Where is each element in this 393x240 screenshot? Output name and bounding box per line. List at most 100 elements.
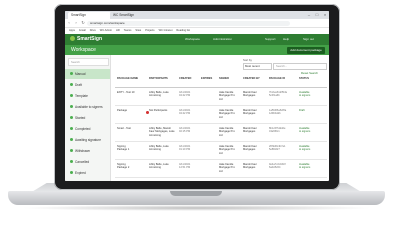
laptop-notch xyxy=(170,191,222,196)
nav-administration[interactable]: Administration xyxy=(213,36,232,43)
bookmark-item[interactable]: WC Intranet xyxy=(159,29,173,32)
cell-participants: Libby Belle, Luke Armstrong xyxy=(149,145,169,152)
status-icon xyxy=(70,138,73,141)
bookmark-item[interactable]: Apps xyxy=(69,29,75,32)
sidebar-item[interactable]: Draft xyxy=(65,80,110,90)
cell-participants: Libby Belle, Manoli Kaur Mortgages, Luke… xyxy=(149,127,175,137)
close-icon[interactable]: × xyxy=(321,11,329,19)
cell-signed: Jake Kandie Mortgage Pvt. Ltd xyxy=(219,109,236,119)
page-header: Workspace Add document package xyxy=(65,45,329,55)
nav-help[interactable]: Help xyxy=(283,36,289,43)
cell-name[interactable]: Signing Package 1 xyxy=(117,145,129,152)
column-header[interactable]: PACKAGE ID xyxy=(269,77,297,80)
table-header: PACKAGE NAME PARTICIPANTS CREATED EXPIRES SI… xyxy=(115,75,327,88)
nav-workspace[interactable]: Workspace xyxy=(185,36,200,43)
sidebar-item[interactable]: Cancelled xyxy=(65,157,110,167)
laptop-screen: SmartSign WC SmartSign – □ × ‹ › ↻ smart… xyxy=(65,11,329,181)
table-row[interactable]: Smart - Test Libby Belle, Manoli Kaur Mor… xyxy=(115,124,327,142)
search-input[interactable]: Search... xyxy=(273,63,327,70)
column-header[interactable]: EXPIRES xyxy=(201,77,217,80)
status-icon xyxy=(70,127,73,130)
reload-icon[interactable]: ↻ xyxy=(80,19,86,27)
bookmark-item[interactable]: HR xyxy=(116,29,120,32)
column-header[interactable]: SIGNED xyxy=(219,77,241,80)
cell-name[interactable]: Smart - Test xyxy=(117,127,131,130)
sidebar-item-label: Manual xyxy=(75,72,86,76)
cell-created: 4/11/2021 04:42 PM xyxy=(179,91,191,98)
table-row[interactable]: Signing Package 2 Libby Belle, Luke Armst… xyxy=(115,160,327,178)
add-package-button[interactable]: Add document package xyxy=(287,46,325,54)
cell-created: 4/11/2021 01:10 PM xyxy=(179,145,191,152)
cell-created-by: Manoli Kaur Mortgages xyxy=(243,163,257,170)
status-icon xyxy=(70,149,73,152)
cell-status: Available to signers xyxy=(299,91,311,98)
sidebar-item[interactable]: Expired xyxy=(65,168,110,178)
cell-created-by: Manoli Kaur Mortgages xyxy=(243,127,257,134)
sidebar-item-label: Available to signers xyxy=(75,105,103,109)
browser-tab[interactable]: SmartSign xyxy=(68,12,111,19)
sidebar-search-input[interactable]: Search xyxy=(68,58,109,66)
status-icon xyxy=(70,171,73,174)
cell-package-id: 9e4a7c2d1b0f 6a3c8e54 xyxy=(269,163,286,170)
sidebar: Search Manual Draft Template Available to s… xyxy=(65,55,111,181)
bookmark-item[interactable]: Drive xyxy=(90,29,96,32)
maximize-icon[interactable]: □ xyxy=(313,11,321,19)
bookmark-item[interactable]: Teams xyxy=(124,29,132,32)
remove-icon[interactable] xyxy=(146,111,149,114)
back-icon[interactable]: ‹ xyxy=(66,19,72,27)
browser-tab[interactable]: WC SmartSign xyxy=(110,12,153,19)
bookmark-item[interactable]: Sites xyxy=(135,29,141,32)
column-header[interactable]: CREATED BY xyxy=(243,77,267,80)
sidebar-item-label: Expired xyxy=(75,171,86,175)
cell-name[interactable]: Signing Package 2 xyxy=(117,163,129,170)
sidebar-item[interactable]: Awaiting signature xyxy=(65,135,110,145)
column-header[interactable]: PACKAGE NAME xyxy=(117,77,147,80)
sidebar-item-label: Draft xyxy=(75,83,82,87)
column-header[interactable]: PARTICIPANTS xyxy=(149,77,177,80)
cell-signed: Jake Kandie Mortgage Pvt. Ltd xyxy=(219,91,236,101)
cell-package-id: 2f09d6c4b7a1 5e8f3d27 xyxy=(269,145,286,152)
sidebar-item-label: Completed xyxy=(75,127,91,131)
sidebar-item[interactable]: Template xyxy=(65,91,110,101)
nav-sign-out[interactable]: Sign out xyxy=(303,36,314,43)
sidebar-item[interactable]: Manual xyxy=(65,69,110,79)
cell-status: Available to signers xyxy=(299,127,311,134)
sidebar-item[interactable]: Completed xyxy=(65,124,110,134)
cell-status: Draft xyxy=(299,109,305,112)
cell-package-id: 7bcbe2bd25bfa 5c4f1a6b xyxy=(269,91,287,98)
cell-participants: Libby Belle, Luke Armstrong xyxy=(149,163,169,170)
sort-label: Sort by xyxy=(243,58,252,62)
bookmark-item[interactable]: WC Admin xyxy=(100,29,112,32)
bookmark-item[interactable]: Gmail xyxy=(79,29,86,32)
app-header: SmartSign Workspace Administration Suppo… xyxy=(65,34,329,45)
column-header[interactable]: STATUS xyxy=(299,77,325,80)
nav-support[interactable]: Support xyxy=(265,36,276,43)
bookmark-item[interactable]: Projects xyxy=(145,29,154,32)
table-row[interactable]: Signing Package 1 Libby Belle, Luke Armst… xyxy=(115,142,327,160)
sidebar-item[interactable]: Available to signers xyxy=(65,102,110,112)
url-field[interactable]: smartsign.com/workspace xyxy=(87,20,290,26)
status-icon xyxy=(70,105,73,108)
app-logo[interactable]: SmartSign xyxy=(70,36,102,43)
cell-name[interactable]: Package xyxy=(117,109,127,112)
sidebar-item[interactable]: Started xyxy=(65,113,110,123)
cell-package-id: 8b1c6f7a9d2e 43a5f0c1 xyxy=(269,127,286,134)
sidebar-item-label: Started xyxy=(75,116,86,120)
table-row[interactable]: Package Not Participants 4/11/2021 04:42 P… xyxy=(115,106,327,124)
cell-created: 4/11/2021 12:51 PM xyxy=(179,163,191,170)
cell-status: Available to signers xyxy=(299,145,311,152)
cell-participants: Libby Belle, Luke Armstrong xyxy=(149,91,169,98)
cell-participants: Not Participants xyxy=(149,109,168,112)
cell-signed: Jake Kandie Mortgage Pvt. Ltd xyxy=(219,145,236,155)
sort-select[interactable]: Most recent xyxy=(243,63,272,70)
cell-name[interactable]: ENTY - Test 10 xyxy=(117,91,135,94)
forward-icon[interactable]: › xyxy=(73,19,79,27)
bookmark-item[interactable]: Reading list xyxy=(176,29,190,32)
minimize-icon[interactable]: – xyxy=(305,11,313,19)
status-icon xyxy=(70,72,73,75)
cell-created: 4/11/2021 04:42 PM xyxy=(179,109,191,116)
column-header[interactable]: CREATED xyxy=(179,77,199,80)
sidebar-item[interactable]: Withdrawn xyxy=(65,146,110,156)
cell-status: Available to signers xyxy=(299,163,311,170)
table-row[interactable]: ENTY - Test 10 Libby Belle, Luke Armstron… xyxy=(115,88,327,106)
